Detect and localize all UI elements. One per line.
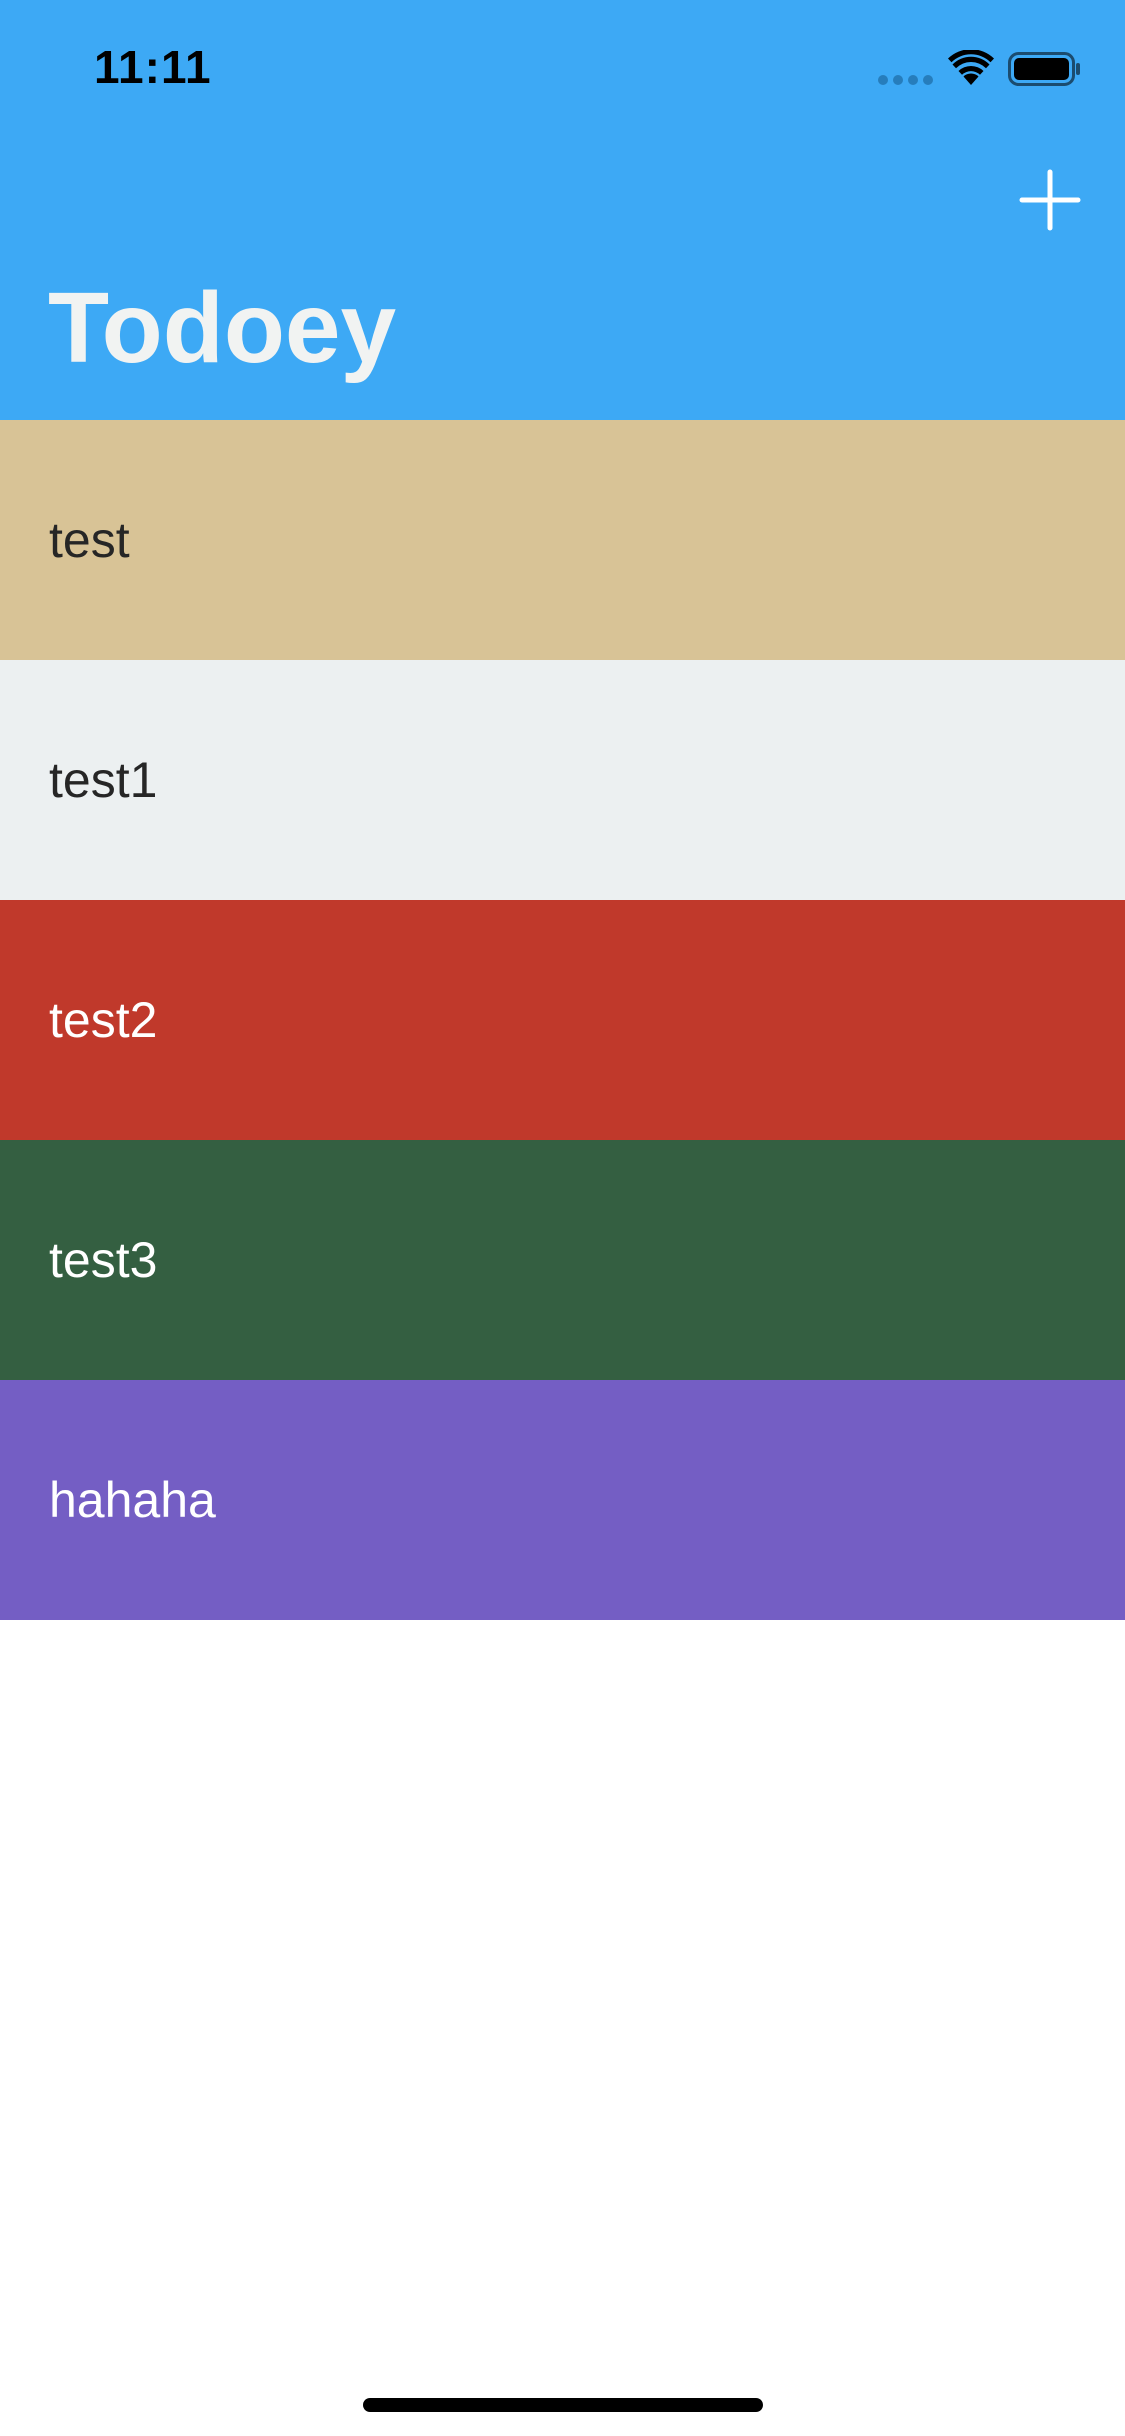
list-item[interactable]: test3 <box>0 1140 1125 1380</box>
wifi-icon <box>948 50 994 85</box>
list-item[interactable]: test2 <box>0 900 1125 1140</box>
plus-icon <box>1019 169 1081 231</box>
list-item-label: test1 <box>49 752 158 808</box>
list-item-label: test2 <box>49 992 158 1048</box>
list-item[interactable]: hahaha <box>0 1380 1125 1620</box>
status-time: 11:11 <box>94 41 212 93</box>
list-item[interactable]: test1 <box>0 660 1125 900</box>
page-title: Todoey <box>48 272 397 384</box>
list-item-label: hahaha <box>49 1472 216 1528</box>
add-button[interactable] <box>1018 168 1082 232</box>
category-list: test test1 test2 test3 hahaha <box>0 420 1125 1620</box>
list-item[interactable]: test <box>0 420 1125 660</box>
cellular-signal-icon <box>878 75 934 85</box>
todoey-screen: 11:11 Todoey test test1 test2 test3 haha… <box>0 0 1125 2436</box>
home-indicator[interactable] <box>363 2398 763 2412</box>
battery-icon <box>1008 52 1080 86</box>
list-item-label: test3 <box>49 1232 158 1288</box>
status-bar: 11:11 <box>0 0 1125 132</box>
navigation-bar: 11:11 Todoey <box>0 0 1125 420</box>
list-item-label: test <box>49 512 130 568</box>
